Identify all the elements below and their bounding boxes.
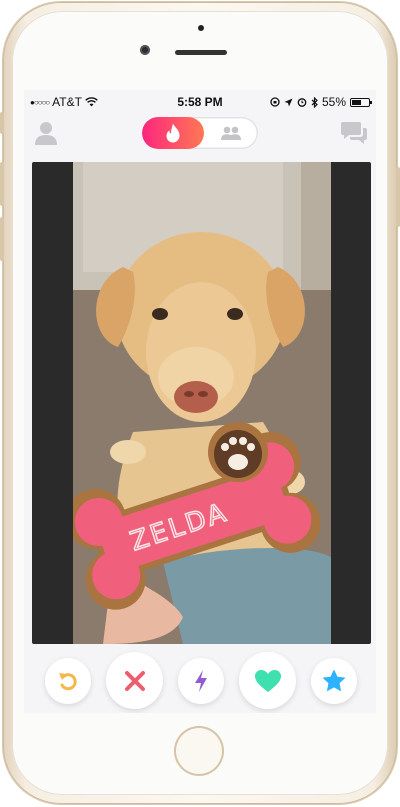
earpiece-speaker xyxy=(175,50,227,55)
home-button[interactable] xyxy=(174,726,224,776)
tab-group[interactable] xyxy=(204,117,258,149)
battery-icon xyxy=(350,97,372,107)
mute-switch xyxy=(0,112,4,134)
boost-button[interactable] xyxy=(178,658,224,704)
mode-toggle xyxy=(142,117,258,149)
dog-photo: ZELDA xyxy=(73,162,331,644)
close-icon xyxy=(124,670,145,691)
battery-percent: 55% xyxy=(321,95,346,109)
nope-button[interactable] xyxy=(106,652,163,709)
flame-icon xyxy=(166,123,180,143)
alarm-icon xyxy=(297,98,307,107)
group-icon xyxy=(221,126,241,140)
super-like-button[interactable] xyxy=(311,658,357,704)
rewind-button[interactable] xyxy=(45,658,91,704)
action-bar xyxy=(24,646,376,713)
like-button[interactable] xyxy=(239,652,296,709)
bluetooth-icon xyxy=(311,96,318,108)
volume-down-button xyxy=(0,217,4,261)
profile-icon[interactable] xyxy=(34,120,58,146)
power-button xyxy=(396,167,400,227)
bolt-icon xyxy=(195,670,207,692)
chat-icon[interactable] xyxy=(340,120,368,146)
front-camera xyxy=(140,45,150,55)
volume-up-button xyxy=(0,162,4,206)
battery-level xyxy=(352,99,361,105)
rewind-icon xyxy=(59,673,77,691)
profile-card[interactable]: ZELDA xyxy=(32,162,371,644)
status-bar: ●○○○○ AT&T 5:58 PM 55% xyxy=(24,90,376,112)
rotation-lock-icon xyxy=(270,97,280,107)
tab-discover[interactable] xyxy=(142,117,204,149)
location-icon xyxy=(284,98,293,106)
star-icon xyxy=(323,670,345,691)
heart-icon xyxy=(254,669,281,692)
app-header xyxy=(24,112,376,160)
profile-photo: ZELDA xyxy=(73,162,331,644)
screen: ●○○○○ AT&T 5:58 PM 55% ZELDA xyxy=(24,90,376,713)
proximity-sensor xyxy=(198,25,204,31)
